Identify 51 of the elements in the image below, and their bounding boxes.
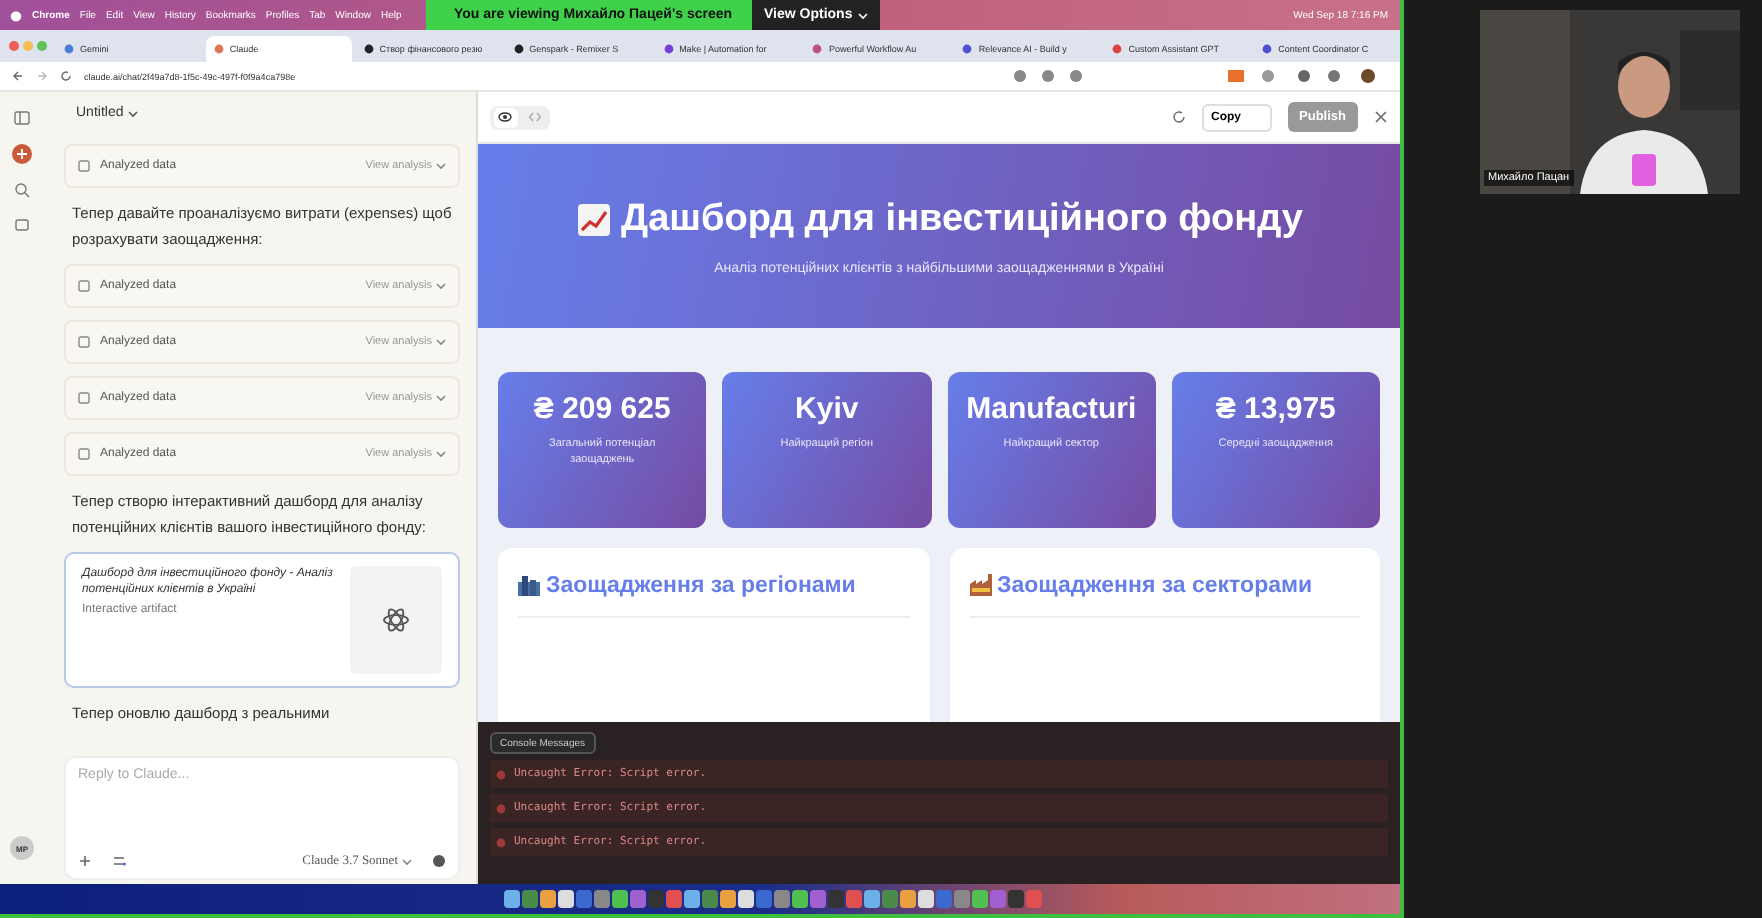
stat-value: ₴ 209 625	[533, 392, 671, 426]
close-icon[interactable]	[1374, 110, 1388, 124]
city-icon	[518, 574, 540, 596]
error-icon	[496, 769, 506, 779]
new-chat-button[interactable]	[12, 144, 32, 164]
window-controls-icon[interactable]	[8, 40, 48, 52]
caret-icon	[127, 109, 138, 117]
stat-value: ₴ 13,975	[1215, 392, 1336, 426]
caret-icon	[436, 338, 446, 346]
document-icon	[78, 448, 90, 460]
sidebar-icon[interactable]	[14, 110, 30, 126]
site-icon	[64, 44, 74, 54]
code-icon	[528, 110, 542, 124]
dashboard-title: Дашборд для інвестиційного фонду	[621, 197, 1303, 241]
caret-icon	[436, 162, 446, 170]
site-icon	[1112, 44, 1123, 54]
stat-value: Manufacturi	[966, 392, 1137, 426]
caret-icon	[436, 282, 446, 290]
plus-icon[interactable]	[78, 854, 92, 868]
site-icon	[962, 44, 973, 54]
eye-icon	[498, 110, 512, 124]
site-icon	[513, 44, 524, 54]
document-icon	[78, 336, 90, 348]
caret-icon	[436, 394, 446, 402]
section-title: Заощадження за секторами	[997, 572, 1313, 602]
site-icon	[363, 44, 374, 54]
back-icon[interactable]	[12, 70, 24, 82]
error-icon	[496, 837, 506, 847]
document-icon	[78, 280, 90, 292]
section-title: Заощадження за регіонами	[546, 572, 856, 602]
caret-icon	[858, 11, 869, 19]
site-icon	[1262, 44, 1273, 54]
chart-icon	[575, 201, 612, 237]
refresh-icon[interactable]	[1171, 110, 1186, 124]
caret-icon	[436, 450, 446, 458]
tools-icon[interactable]	[112, 854, 126, 868]
folder-icon[interactable]	[14, 216, 30, 232]
document-icon	[78, 392, 90, 404]
reload-icon[interactable]	[60, 70, 72, 82]
caret-icon	[402, 857, 412, 865]
site-icon	[213, 44, 224, 54]
app-icons-drawing[interactable]	[504, 888, 1044, 910]
site-icon	[663, 44, 674, 54]
factory-icon	[969, 574, 991, 596]
site-icon	[812, 44, 823, 54]
atom-icon	[382, 606, 410, 634]
preview-button[interactable]	[493, 107, 517, 127]
error-icon	[496, 803, 506, 813]
search-icon[interactable]	[14, 182, 30, 198]
stat-value: Kyiv	[795, 392, 859, 426]
document-icon	[78, 160, 90, 172]
